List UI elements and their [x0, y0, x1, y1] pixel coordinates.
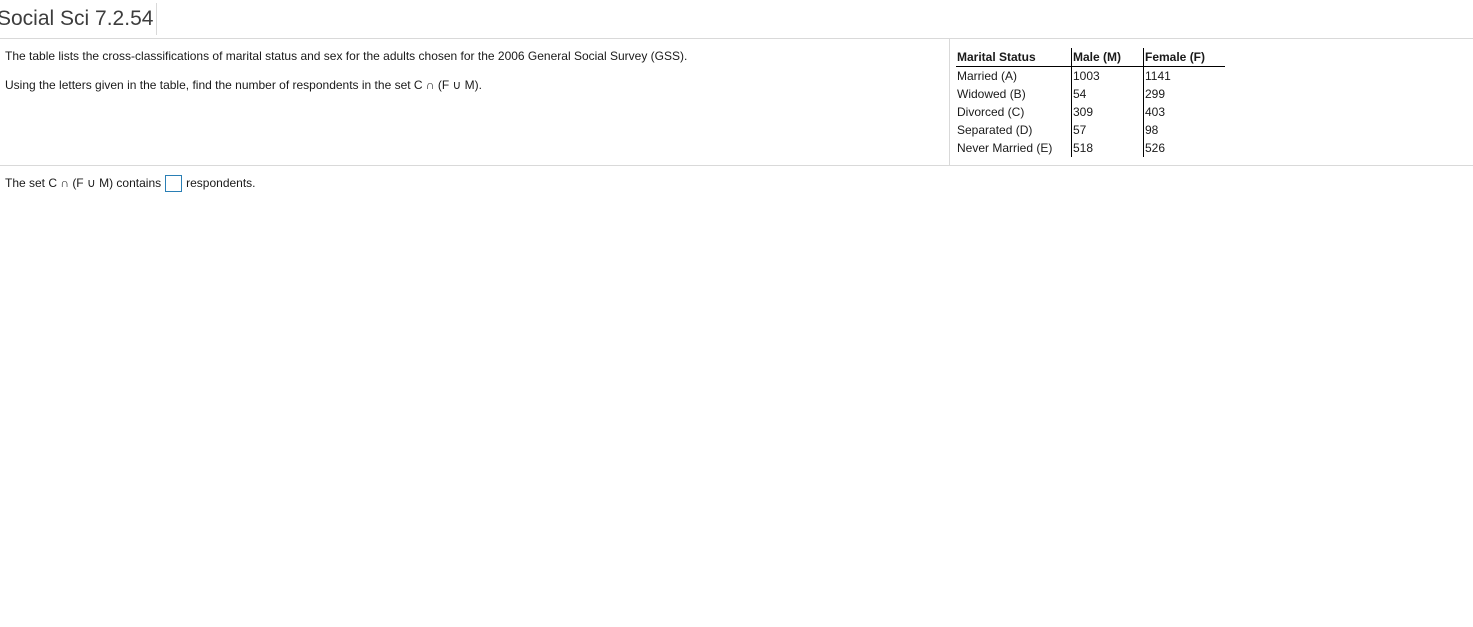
- table-row: Never Married (E) 518 526: [956, 139, 1225, 157]
- cell-male: 54: [1071, 85, 1144, 103]
- cell-status: Widowed (B): [957, 87, 1026, 101]
- cell-female: 299: [1143, 85, 1225, 103]
- header-male: Male (M): [1071, 48, 1144, 67]
- cell-male: 1003: [1071, 66, 1144, 85]
- table-row: Widowed (B) 54 299: [956, 85, 1225, 103]
- table-header-row: Marital Status Male (M) Female (F): [956, 48, 1225, 67]
- title-bar: Social Sci 7.2.54: [0, 0, 1473, 39]
- table-row: Separated (D) 57 98: [956, 121, 1225, 139]
- answer-prefix: The set C ∩ (F ∪ M) contains: [5, 176, 162, 190]
- vertical-divider: [949, 39, 950, 165]
- question-area: The table lists the cross-classification…: [0, 39, 1473, 166]
- cell-female: 1141: [1143, 66, 1225, 85]
- header-marital-status: Marital Status: [956, 48, 1072, 67]
- answer-suffix: respondents.: [186, 176, 256, 190]
- cell-male: 309: [1071, 103, 1144, 121]
- table-row: Divorced (C) 309 403: [956, 103, 1225, 121]
- header-female: Female (F): [1143, 48, 1225, 67]
- answer-input[interactable]: [165, 174, 183, 192]
- cell-male: 57: [1071, 121, 1144, 139]
- cell-male: 518: [1071, 139, 1144, 157]
- cell-female: 526: [1143, 139, 1225, 157]
- cell-status: Separated (D): [957, 123, 1033, 137]
- table-row: Married (A) 1003 1141: [956, 66, 1225, 85]
- answer-line: The set C ∩ (F ∪ M) contains respondents…: [5, 173, 256, 193]
- cell-female: 403: [1143, 103, 1225, 121]
- cell-status: Divorced (C): [957, 105, 1025, 119]
- cell-status: Married (A): [957, 69, 1018, 83]
- question-line-1: The table lists the cross-classification…: [5, 49, 688, 63]
- cell-female: 98: [1143, 121, 1225, 139]
- question-line-2: Using the letters given in the table, fi…: [5, 78, 482, 92]
- page-title: Social Sci 7.2.54: [0, 3, 158, 35]
- marital-status-table: Marital Status Male (M) Female (F) Marri…: [956, 48, 1225, 157]
- cell-status: Never Married (E): [957, 141, 1053, 155]
